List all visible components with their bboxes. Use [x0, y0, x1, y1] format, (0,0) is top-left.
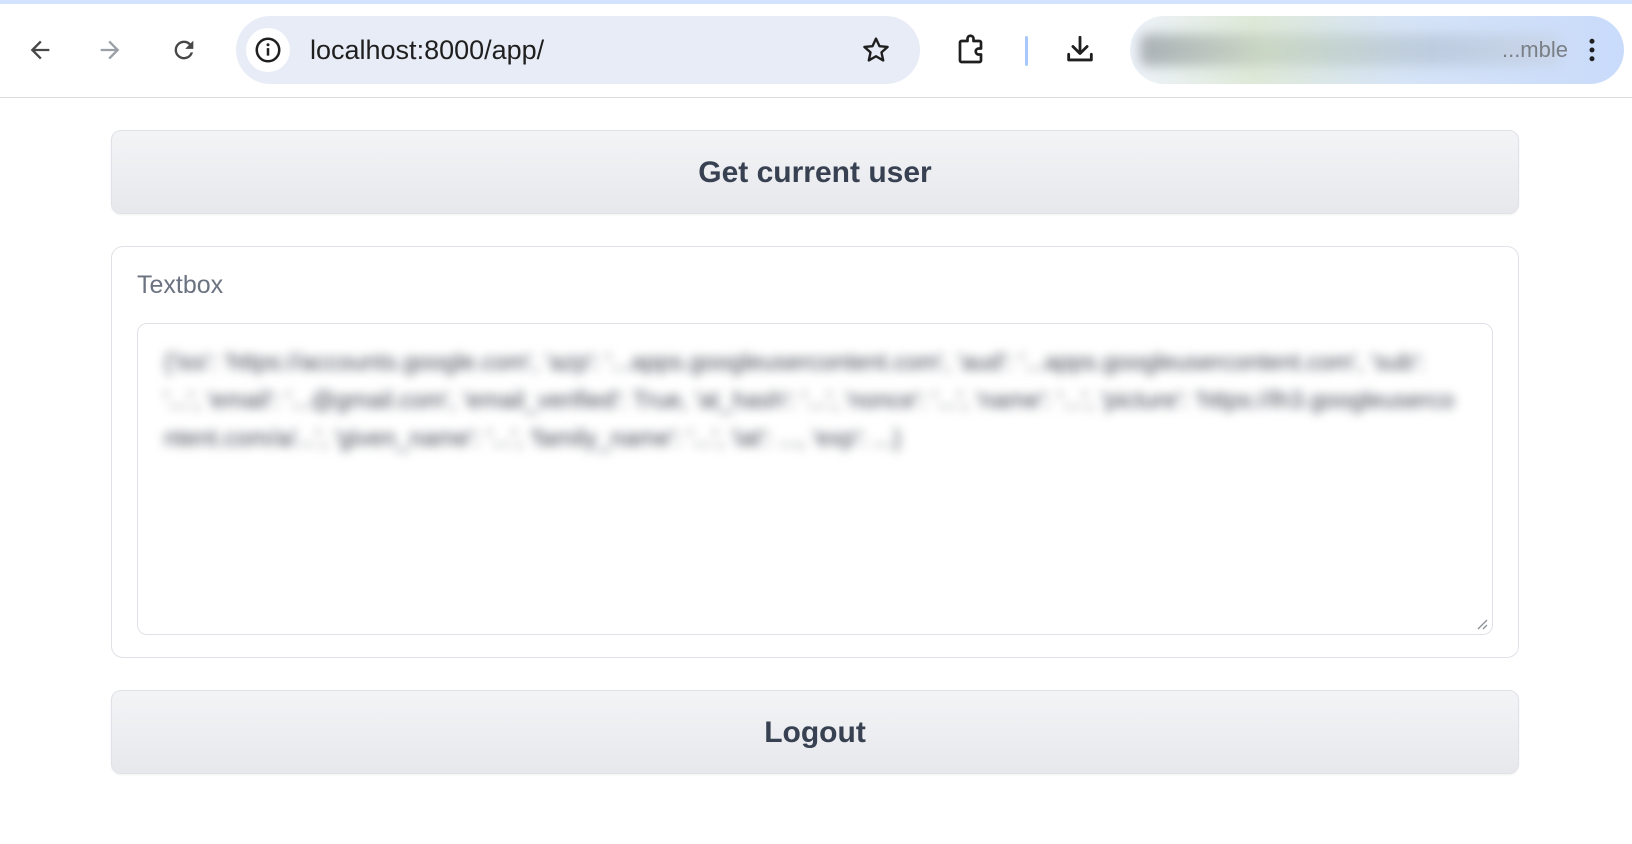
- profile-text: ...mble: [1501, 37, 1568, 62]
- address-bar[interactable]: localhost:8000/app/: [236, 16, 920, 84]
- resize-handle-icon[interactable]: [1474, 616, 1488, 630]
- logout-button[interactable]: Logout: [111, 690, 1519, 774]
- arrow-right-icon: [100, 40, 120, 60]
- extensions-button[interactable]: [950, 28, 994, 72]
- bookmark-button[interactable]: [856, 30, 896, 70]
- toolbar-divider: [1025, 36, 1028, 66]
- profile-chip[interactable]: ...mble: [1130, 16, 1624, 84]
- browser-toolbar: localhost:8000/app/ ...mble: [0, 4, 1632, 98]
- puzzle-icon: [958, 34, 983, 64]
- back-button[interactable]: [18, 28, 62, 72]
- url-text[interactable]: localhost:8000/app/: [310, 16, 544, 84]
- arrow-left-icon: [30, 40, 50, 60]
- vertical-dots-icon: [1589, 38, 1595, 62]
- textbox-textarea[interactable]: {'iss': 'https://accounts.google.com', '…: [137, 323, 1493, 635]
- reload-icon: [174, 40, 194, 60]
- forward-button[interactable]: [88, 28, 132, 72]
- textbox-label: Textbox: [137, 271, 224, 299]
- downloads-button[interactable]: [1058, 28, 1102, 72]
- textbox-value: {'iss': 'https://accounts.google.com', '…: [164, 349, 1455, 452]
- star-icon: [863, 37, 889, 62]
- download-icon: [1067, 35, 1093, 62]
- profile-redacted: [1140, 34, 1560, 66]
- browser-menu-button[interactable]: [1572, 30, 1612, 70]
- textbox-panel: Textbox {'iss': 'https://accounts.google…: [111, 246, 1519, 658]
- site-info-button[interactable]: [246, 28, 290, 72]
- reload-button[interactable]: [162, 28, 206, 72]
- get-current-user-button[interactable]: Get current user: [111, 130, 1519, 214]
- app-content: Get current user Textbox {'iss': 'https:…: [111, 130, 1519, 774]
- info-circle-icon: [255, 37, 281, 63]
